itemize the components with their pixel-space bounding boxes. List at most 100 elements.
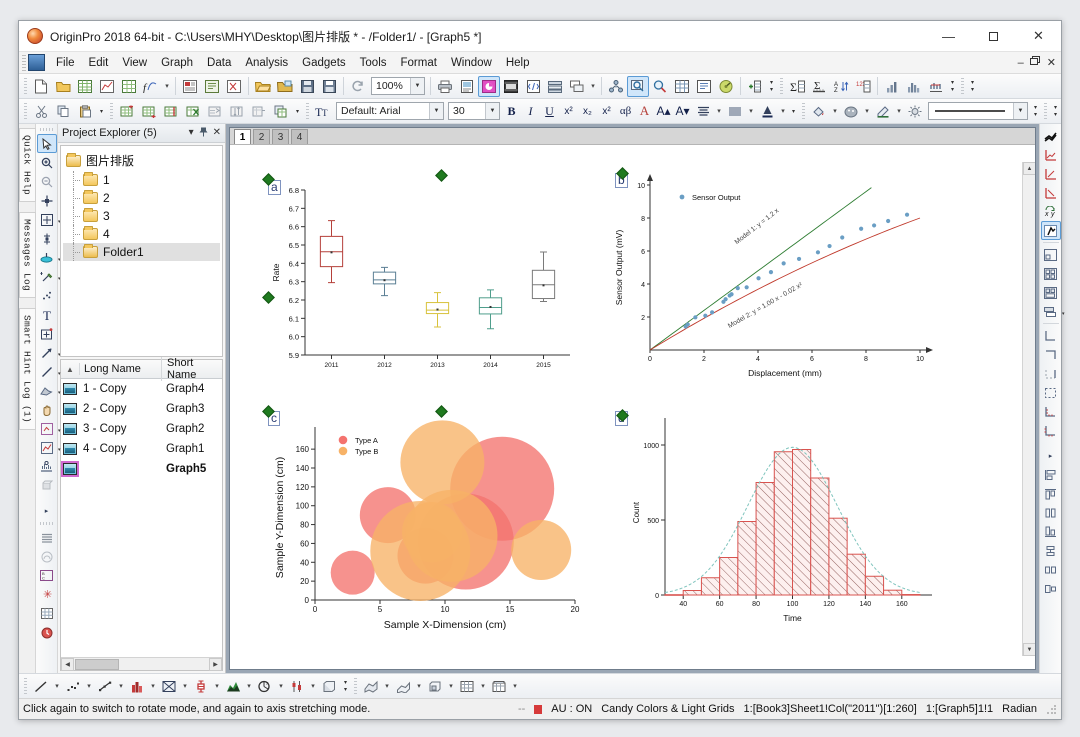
normality-test-icon[interactable] — [925, 76, 947, 97]
save-project-icon[interactable] — [296, 76, 318, 97]
layer-contents-icon[interactable]: ▾ — [1041, 302, 1065, 321]
new-folder-icon[interactable] — [52, 76, 74, 97]
clock-icon[interactable] — [37, 623, 57, 642]
graph-tab-4[interactable]: 4 — [291, 129, 308, 144]
grid-values-icon[interactable] — [37, 604, 57, 623]
speed-mode-icon[interactable] — [1040, 221, 1061, 240]
mdi-minimize-button[interactable]: – — [1018, 57, 1024, 69]
graph-tab-1[interactable]: 1 — [234, 129, 251, 144]
status-selection[interactable]: 1:[Book3]Sheet1!Col("2011")[1:260] — [744, 703, 917, 715]
rotate-icon[interactable] — [37, 476, 57, 495]
sort-range-icon[interactable] — [226, 101, 248, 122]
pin-icon[interactable] — [199, 127, 208, 140]
menu-view[interactable]: View — [115, 54, 154, 72]
edit-toolbar-overflow[interactable]: ▾ — [96, 101, 107, 122]
delete-column-icon[interactable] — [182, 101, 204, 122]
layer-management-icon[interactable] — [544, 76, 566, 97]
3d-bar-icon[interactable] — [424, 676, 446, 697]
plot-toolbar-overflow[interactable]: ▾ ▾ — [340, 676, 351, 697]
tools-expand-button[interactable]: ▸ — [37, 501, 57, 520]
column-plot-icon[interactable] — [126, 676, 148, 697]
tab-smart-hint-log[interactable]: Smart Hint Log (1) — [18, 308, 36, 431]
column-header-short-name[interactable]: Short Name — [161, 357, 222, 381]
bar-chart-icon[interactable] — [881, 76, 903, 97]
open-icon[interactable] — [252, 76, 274, 97]
panel-a-boxchart[interactable]: 5.9 6.0 6.1 6.2 6.3 6.4 6.5 6.6 6.7 6.8 Rate 2011 20… — [271, 186, 570, 369]
sort-indicator[interactable]: ▲ — [61, 365, 79, 374]
scroll-down-arrow[interactable]: ▼ — [1023, 643, 1035, 656]
toolbar-grip-6[interactable] — [306, 102, 309, 120]
line-thickness-icon[interactable] — [904, 101, 926, 122]
arrow-tool-icon[interactable]: ▾ — [37, 343, 61, 362]
font-color-icon[interactable] — [756, 101, 778, 122]
histogram-icon[interactable] — [903, 76, 925, 97]
column-toolbar-overflow[interactable]: ▾ — [292, 101, 303, 122]
box-2015[interactable] — [531, 251, 556, 302]
tree-node-3[interactable]: 3 — [63, 207, 220, 225]
menu-edit[interactable]: Edit — [82, 54, 116, 72]
notes-window-icon[interactable] — [693, 76, 715, 97]
align-dropdown[interactable]: ▾ — [714, 101, 724, 122]
area-plot-icon[interactable] — [158, 676, 180, 697]
scatter-plot-dropdown[interactable]: ▾ — [84, 676, 94, 697]
panel-c-bubble[interactable]: 0 20 40 60 80 100 120 140 160 0 5 10 15 20 Sample Y-Di… — [274, 420, 580, 631]
tree-node-folder1[interactable]: Folder1 — [63, 243, 220, 261]
box-2013[interactable] — [425, 292, 450, 328]
line-style-dropdown-arrow[interactable]: ▼ — [1013, 103, 1027, 119]
graph-tab-2[interactable]: 2 — [253, 129, 270, 144]
merge-graph-dropdown[interactable]: ▾ — [588, 76, 598, 97]
3d-wall-icon[interactable] — [318, 676, 340, 697]
bold-button[interactable]: B — [502, 101, 521, 121]
image-plot-dropdown[interactable]: ▾ — [510, 676, 520, 697]
toolbar-grip-5[interactable] — [110, 102, 113, 120]
layer-contents-dropdown[interactable]: ▾ — [1062, 311, 1065, 317]
data-selector-icon[interactable] — [37, 229, 57, 248]
column-plot-dropdown[interactable]: ▾ — [148, 676, 158, 697]
zoom-combo[interactable]: 100% ▼ — [371, 77, 425, 95]
new-layout-icon[interactable] — [179, 76, 201, 97]
image-plot-icon[interactable] — [488, 676, 510, 697]
menu-grip[interactable] — [22, 54, 26, 71]
status-auto-update[interactable]: AU : ON — [551, 703, 592, 715]
draw-data-icon[interactable]: ▾ — [37, 267, 61, 286]
merge-graph-icon[interactable] — [1041, 245, 1061, 264]
copy-icon[interactable] — [52, 101, 74, 122]
menu-help[interactable]: Help — [499, 54, 537, 72]
axis-tick-out-icon[interactable] — [1041, 421, 1061, 440]
list-item[interactable]: 2 - Copy Graph3 — [61, 399, 222, 419]
new-function-icon[interactable]: f — [140, 76, 162, 97]
decrease-font-size-button[interactable]: A▾ — [673, 101, 692, 121]
align-center-icon[interactable] — [1041, 503, 1061, 522]
distribute-vertical-icon[interactable] — [1041, 560, 1061, 579]
maximize-button[interactable] — [971, 21, 1016, 52]
tab-messages-log[interactable]: Messages Log — [18, 212, 36, 299]
scroll-right-arrow[interactable]: ▶ — [209, 657, 222, 671]
polygon-tool-dropdown[interactable]: ▾ — [58, 390, 61, 396]
zoom-out-icon[interactable] — [37, 172, 57, 191]
data-reader-icon[interactable] — [37, 191, 57, 210]
extract-to-layers-icon[interactable] — [1041, 264, 1061, 283]
style-toolbar-overflow[interactable]: ▾ ▾ — [1030, 101, 1041, 122]
add-new-columns-icon[interactable] — [744, 76, 766, 97]
sort-worksheet-icon[interactable]: AZ — [830, 76, 852, 97]
extract-worksheet-icon[interactable] — [605, 76, 627, 97]
transpose-icon[interactable] — [204, 101, 226, 122]
new-graph-icon[interactable] — [96, 76, 118, 97]
results-log-icon[interactable] — [715, 76, 737, 97]
send-to-video-icon[interactable] — [500, 76, 522, 97]
region-zoom-dropdown[interactable]: ▾ — [58, 428, 61, 434]
superscript-button[interactable]: x² — [559, 101, 578, 121]
data-cursor-icon[interactable]: ▾ — [37, 248, 61, 267]
menu-window[interactable]: Window — [444, 54, 499, 72]
chevron-down-icon[interactable]: ▾ — [189, 127, 194, 140]
project-tree[interactable]: 图片排版 1 2 3 4 Folder1 — [60, 145, 223, 357]
stack-lines-icon[interactable] — [1041, 126, 1061, 145]
region-zoom-icon[interactable]: ▾ — [37, 419, 61, 438]
menu-gadgets[interactable]: Gadgets — [295, 54, 352, 72]
italic-button[interactable]: I — [521, 101, 540, 121]
box-2012[interactable] — [372, 266, 397, 297]
arch-icon[interactable] — [37, 547, 57, 566]
resize-grip[interactable] — [1046, 703, 1057, 715]
tree-node-2[interactable]: 2 — [63, 189, 220, 207]
pointer-icon[interactable] — [36, 134, 57, 153]
